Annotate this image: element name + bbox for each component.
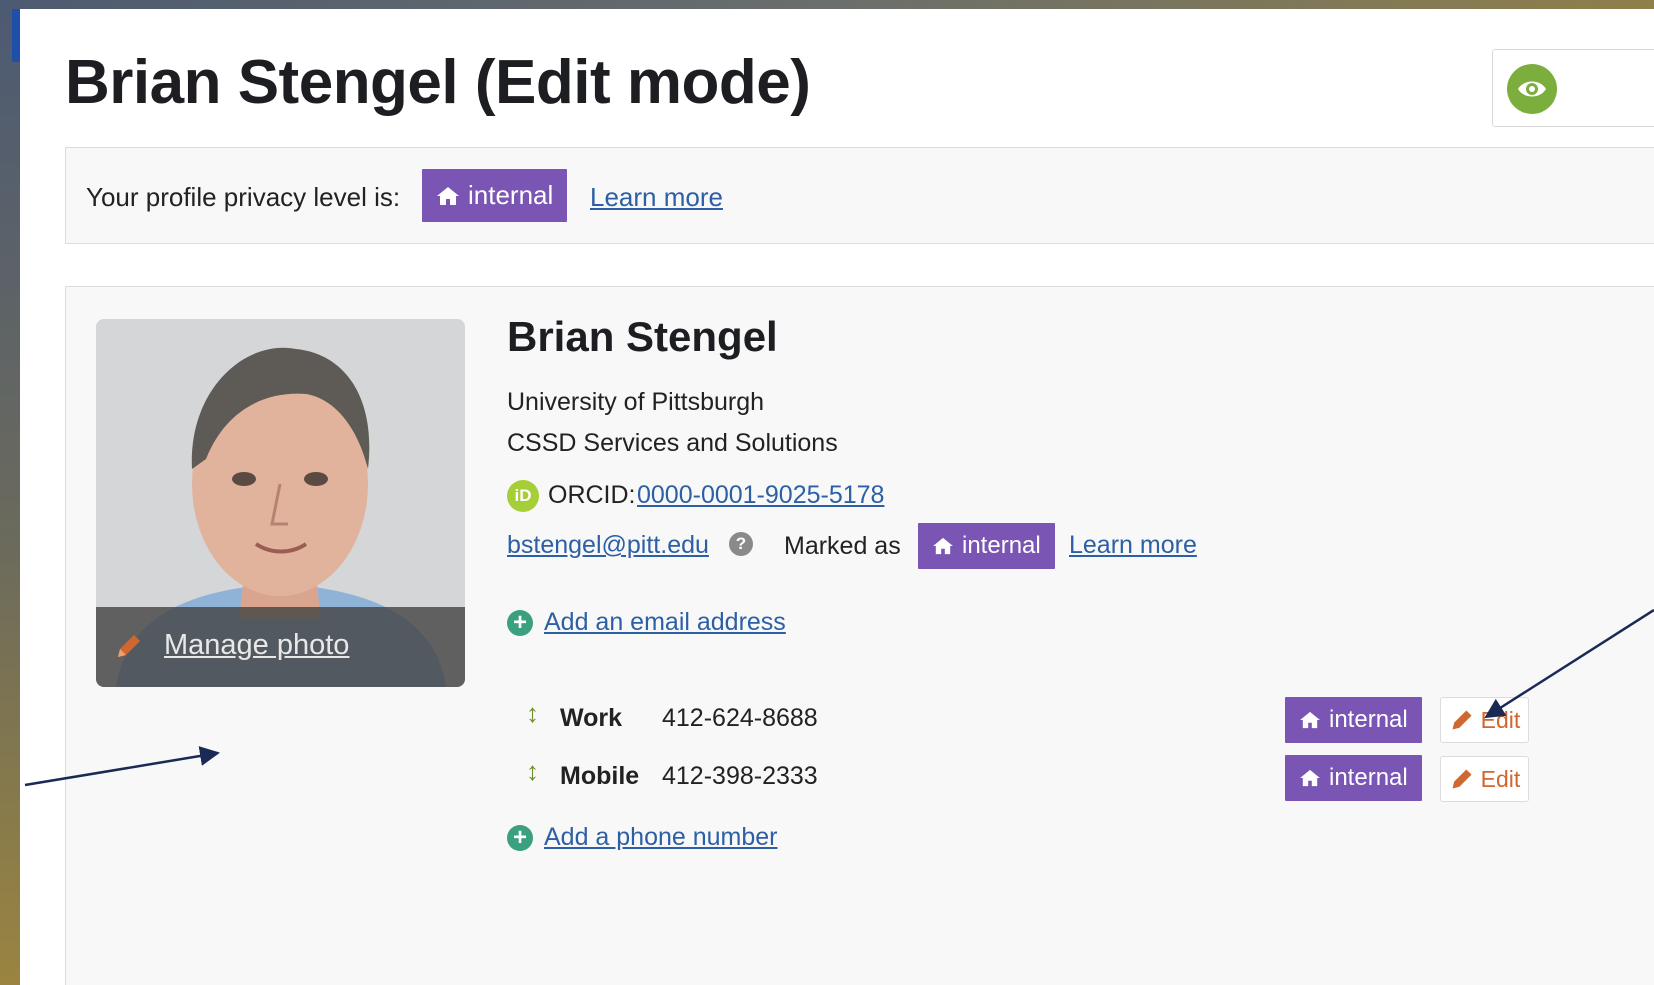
home-icon [1300, 711, 1320, 729]
email-learn-more-link[interactable]: Learn more [1069, 531, 1197, 560]
page-content: Brian Stengel (Edit mode) Your profile p… [20, 9, 1654, 985]
phone-type-mobile: Mobile [560, 762, 640, 790]
manage-photo-link[interactable]: Manage photo [164, 629, 349, 662]
up-down-icon[interactable]: ↕ [526, 756, 539, 787]
view-profile-button[interactable] [1492, 49, 1654, 127]
page-title: Brian Stengel (Edit mode) [65, 48, 811, 117]
plus-circle-icon[interactable]: + [507, 610, 533, 636]
pencil-icon [118, 635, 140, 657]
eye-icon [1507, 64, 1557, 114]
phone-privacy-text-mobile: internal [1329, 764, 1408, 791]
home-icon [437, 186, 459, 205]
add-phone-link[interactable]: Add a phone number [544, 823, 778, 852]
window-frame-top [0, 0, 1654, 9]
edit-phone-work-button[interactable]: Edit [1440, 697, 1529, 743]
department: CSSD Services and Solutions [507, 429, 838, 457]
privacy-label: Your profile privacy level is: [86, 182, 401, 212]
plus-circle-icon[interactable]: + [507, 825, 533, 851]
phone-number-mobile: 412-398-2333 [662, 762, 818, 790]
email-privacy-badge[interactable]: internal [918, 523, 1055, 569]
learn-more-link[interactable]: Learn more [590, 182, 723, 213]
profile-name: Brian Stengel [507, 313, 778, 360]
up-down-icon[interactable]: ↕ [526, 698, 539, 729]
edit-phone-mobile-button[interactable]: Edit [1440, 756, 1529, 802]
phone-number-work: 412-624-8688 [662, 704, 818, 732]
email-privacy-text: internal [962, 532, 1041, 559]
home-icon [1300, 769, 1320, 787]
profile-photo[interactable]: Manage photo [96, 319, 465, 687]
orcid-label: ORCID: [548, 481, 636, 509]
marked-as-label: Marked as [784, 532, 901, 560]
photo-overlay: Manage photo [96, 607, 465, 687]
profile-panel: Manage photo Brian Stengel University of… [65, 286, 1654, 985]
phone-privacy-badge-work[interactable]: internal [1285, 697, 1422, 743]
orcid-link[interactable]: 0000-0001-9025-5178 [637, 481, 884, 510]
pencil-icon [1452, 710, 1472, 730]
edit-label: Edit [1480, 765, 1521, 792]
privacy-panel: Your profile privacy level is: internal … [65, 147, 1654, 244]
accent-bar [12, 9, 20, 62]
phone-privacy-badge-mobile[interactable]: internal [1285, 755, 1422, 801]
organization: University of Pittsburgh [507, 388, 765, 416]
email-link[interactable]: bstengel@pitt.edu [507, 531, 709, 560]
add-email-link[interactable]: Add an email address [544, 608, 786, 637]
help-icon[interactable]: ? [729, 532, 753, 556]
edit-label: Edit [1480, 706, 1521, 733]
pencil-icon [1452, 769, 1472, 789]
window-frame-left [0, 0, 20, 985]
phone-privacy-text-work: internal [1329, 706, 1408, 733]
home-icon [933, 537, 953, 555]
orcid-icon: iD [507, 480, 539, 512]
privacy-level-badge[interactable]: internal [422, 169, 568, 222]
privacy-level-text: internal [468, 180, 554, 210]
phone-type-work: Work [560, 704, 623, 732]
